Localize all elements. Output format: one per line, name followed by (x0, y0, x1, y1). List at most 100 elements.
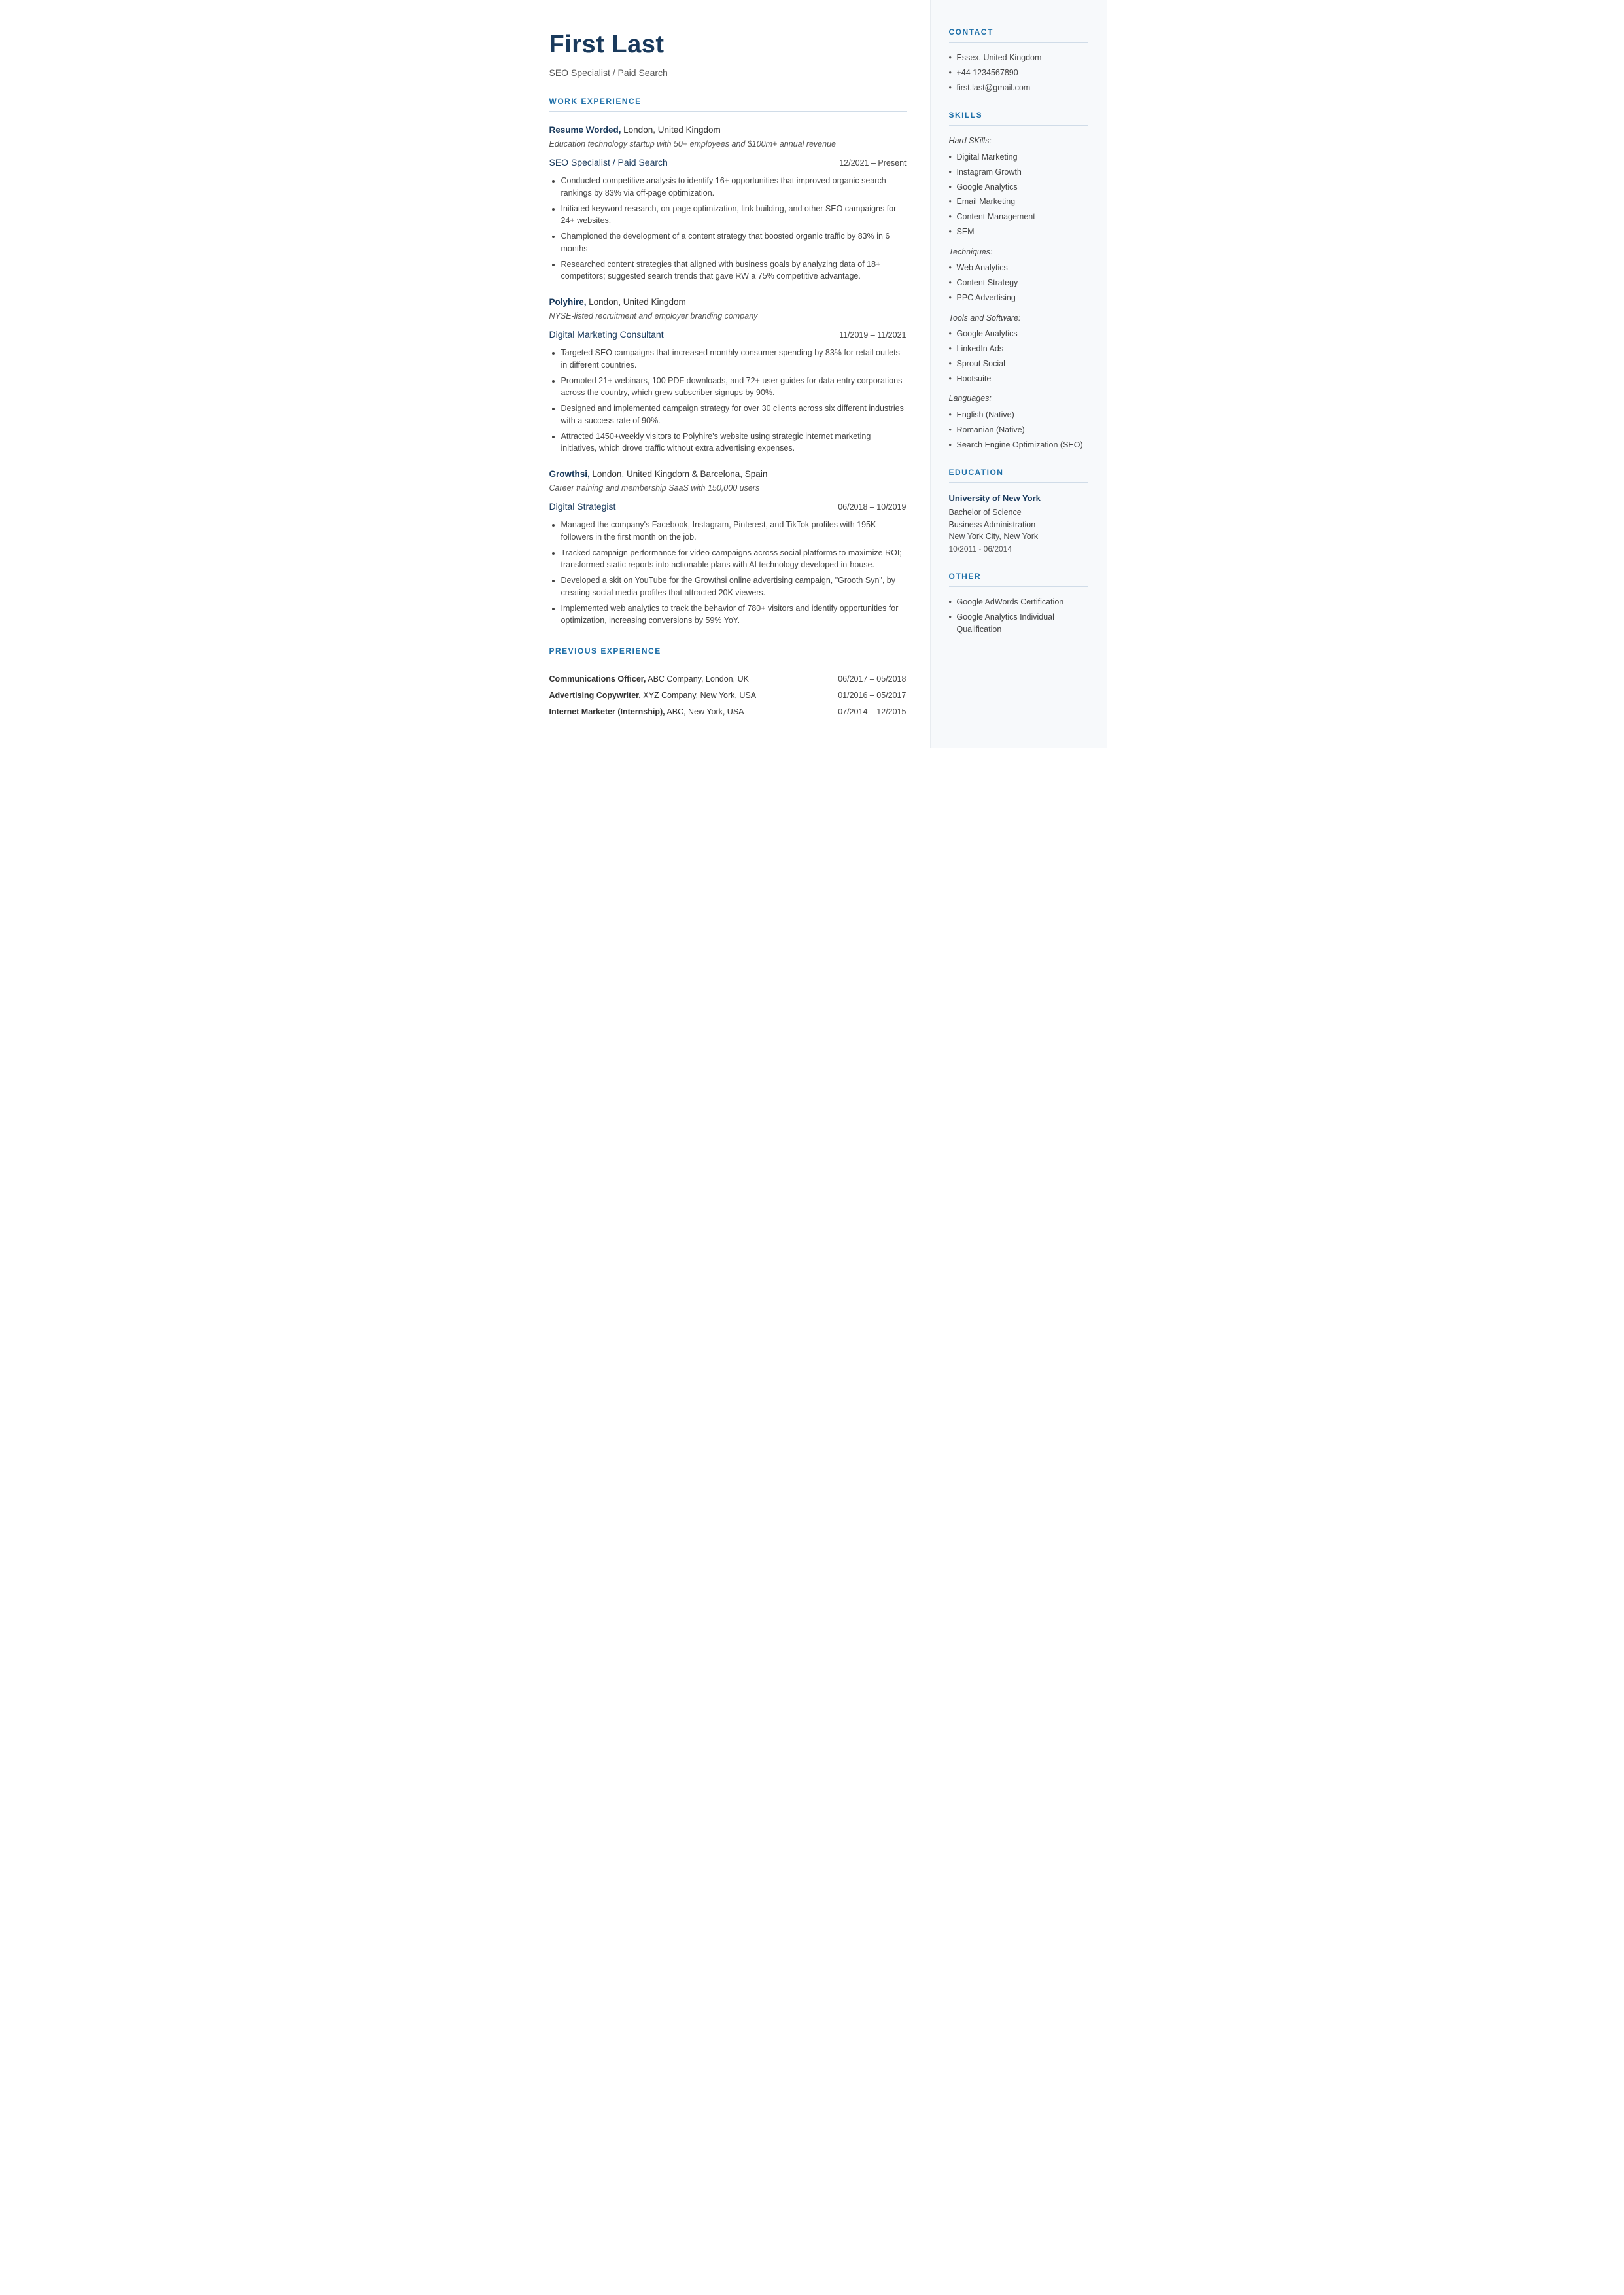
work-block-1: Polyhire, London, United Kingdom NYSE-li… (549, 296, 907, 455)
role-row-1: Digital Marketing Consultant 11/2019 – 1… (549, 328, 907, 342)
prev-exp-dates-0: 06/2017 – 05/2018 (838, 673, 906, 686)
company-desc-1: NYSE-listed recruitment and employer bra… (549, 310, 907, 323)
bullet-0-3: Researched content strategies that align… (561, 258, 907, 283)
bullet-2-1: Tracked campaign performance for video c… (561, 547, 907, 572)
prev-exp-row-0: Communications Officer, ABC Company, Lon… (549, 673, 907, 686)
role-dates-0: 12/2021 – Present (839, 157, 906, 169)
company-line-2: Growthsi, London, United Kingdom & Barce… (549, 468, 907, 481)
prev-exp-dates-2: 07/2014 – 12/2015 (838, 706, 906, 718)
tool-3: Hootsuite (949, 373, 1088, 385)
bullet-0-1: Initiated keyword research, on-page opti… (561, 203, 907, 228)
bullet-1-1: Promoted 21+ webinars, 100 PDF downloads… (561, 375, 907, 400)
language-1: Romanian (Native) (949, 424, 1088, 436)
bullet-0-0: Conducted competitive analysis to identi… (561, 175, 907, 200)
education-location: New York City, New York (949, 531, 1088, 543)
work-block-2: Growthsi, London, United Kingdom & Barce… (549, 468, 907, 627)
bullet-1-3: Attracted 1450+weekly visitors to Polyhi… (561, 430, 907, 455)
contact-item-1: +44 1234567890 (949, 67, 1088, 79)
languages-list: English (Native) Romanian (Native) Searc… (949, 409, 1088, 451)
bullet-0-2: Championed the development of a content … (561, 230, 907, 255)
prev-exp-left-2: Internet Marketer (Internship), ABC, New… (549, 706, 838, 718)
prev-exp-left-0: Communications Officer, ABC Company, Lon… (549, 673, 838, 686)
technique-0: Web Analytics (949, 262, 1088, 274)
main-column: First Last SEO Specialist / Paid Search … (518, 0, 930, 748)
prev-exp-title-rest-1: XYZ Company, New York, USA (641, 691, 756, 700)
education-school: University of New York (949, 492, 1088, 505)
contact-item-0: Essex, United Kingdom (949, 52, 1088, 64)
hard-skills-label: Hard SKills: (949, 135, 1088, 147)
bullet-list-1: Targeted SEO campaigns that increased mo… (561, 347, 907, 455)
role-row-0: SEO Specialist / Paid Search 12/2021 – P… (549, 156, 907, 169)
role-title-2: Digital Strategist (549, 500, 616, 514)
job-title: SEO Specialist / Paid Search (549, 66, 907, 80)
other-item-0: Google AdWords Certification (949, 596, 1088, 608)
contact-list: Essex, United Kingdom +44 1234567890 fir… (949, 52, 1088, 94)
education-header: EDUCATION (949, 466, 1088, 483)
company-name-2: Growthsi, (549, 469, 590, 479)
language-0: English (Native) (949, 409, 1088, 421)
tool-2: Sprout Social (949, 358, 1088, 370)
hard-skill-4: Content Management (949, 211, 1088, 223)
language-2: Search Engine Optimization (SEO) (949, 439, 1088, 451)
work-experience-header: WORK EXPERIENCE (549, 96, 907, 112)
education-block: University of New York Bachelor of Scien… (949, 492, 1088, 555)
company-line-0: Resume Worded, London, United Kingdom (549, 124, 907, 137)
role-dates-1: 11/2019 – 11/2021 (839, 329, 906, 342)
company-desc-2: Career training and membership SaaS with… (549, 482, 907, 495)
prev-exp-row-1: Advertising Copywriter, XYZ Company, New… (549, 690, 907, 702)
hard-skills-list: Digital Marketing Instagram Growth Googl… (949, 151, 1088, 238)
work-block-0: Resume Worded, London, United Kingdom Ed… (549, 124, 907, 283)
company-location-1: London, United Kingdom (589, 297, 686, 307)
contact-header: CONTACT (949, 26, 1088, 43)
prev-exp-title-bold-1: Advertising Copywriter, (549, 691, 641, 700)
role-dates-2: 06/2018 – 10/2019 (838, 501, 906, 514)
prev-exp-title-bold-2: Internet Marketer (Internship), (549, 707, 665, 716)
prev-exp-title-rest-0: ABC Company, London, UK (646, 674, 749, 684)
role-title-0: SEO Specialist / Paid Search (549, 156, 668, 169)
prev-exp-dates-1: 01/2016 – 05/2017 (838, 690, 906, 702)
bullet-1-2: Designed and implemented campaign strate… (561, 402, 907, 427)
previous-experience-header: PREVIOUS EXPERIENCE (549, 645, 907, 661)
tools-label: Tools and Software: (949, 312, 1088, 324)
bullet-list-0: Conducted competitive analysis to identi… (561, 175, 907, 283)
skills-header: SKILLS (949, 109, 1088, 126)
company-line-1: Polyhire, London, United Kingdom (549, 296, 907, 309)
previous-experience-list: Communications Officer, ABC Company, Lon… (549, 673, 907, 718)
hard-skill-1: Instagram Growth (949, 166, 1088, 179)
education-degree: Bachelor of Science (949, 506, 1088, 519)
company-location-2: London, United Kingdom & Barcelona, Spai… (592, 469, 767, 479)
candidate-name: First Last (549, 26, 907, 63)
prev-exp-row-2: Internet Marketer (Internship), ABC, New… (549, 706, 907, 718)
contact-item-2: first.last@gmail.com (949, 82, 1088, 94)
role-title-1: Digital Marketing Consultant (549, 328, 664, 342)
role-row-2: Digital Strategist 06/2018 – 10/2019 (549, 500, 907, 514)
company-location-0: London, United Kingdom (623, 125, 721, 135)
prev-exp-title-bold-0: Communications Officer, (549, 674, 646, 684)
hard-skill-0: Digital Marketing (949, 151, 1088, 164)
hard-skill-3: Email Marketing (949, 196, 1088, 208)
prev-exp-left-1: Advertising Copywriter, XYZ Company, New… (549, 690, 838, 702)
education-field: Business Administration (949, 519, 1088, 531)
other-item-1: Google Analytics Individual Qualificatio… (949, 611, 1088, 636)
bullet-list-2: Managed the company's Facebook, Instagra… (561, 519, 907, 627)
tools-list: Google Analytics LinkedIn Ads Sprout Soc… (949, 328, 1088, 385)
technique-2: PPC Advertising (949, 292, 1088, 304)
sidebar: CONTACT Essex, United Kingdom +44 123456… (930, 0, 1107, 748)
other-list: Google AdWords Certification Google Anal… (949, 596, 1088, 635)
hard-skill-2: Google Analytics (949, 181, 1088, 194)
technique-1: Content Strategy (949, 277, 1088, 289)
bullet-2-2: Developed a skit on YouTube for the Grow… (561, 574, 907, 599)
other-header: OTHER (949, 570, 1088, 587)
tool-0: Google Analytics (949, 328, 1088, 340)
company-name-1: Polyhire, (549, 297, 587, 307)
languages-label: Languages: (949, 393, 1088, 405)
education-dates: 10/2011 - 06/2014 (949, 543, 1088, 555)
bullet-1-0: Targeted SEO campaigns that increased mo… (561, 347, 907, 372)
bullet-2-0: Managed the company's Facebook, Instagra… (561, 519, 907, 544)
bullet-2-3: Implemented web analytics to track the b… (561, 603, 907, 627)
company-name-0: Resume Worded, (549, 125, 621, 135)
tool-1: LinkedIn Ads (949, 343, 1088, 355)
hard-skill-5: SEM (949, 226, 1088, 238)
company-desc-0: Education technology startup with 50+ em… (549, 138, 907, 150)
techniques-label: Techniques: (949, 246, 1088, 258)
